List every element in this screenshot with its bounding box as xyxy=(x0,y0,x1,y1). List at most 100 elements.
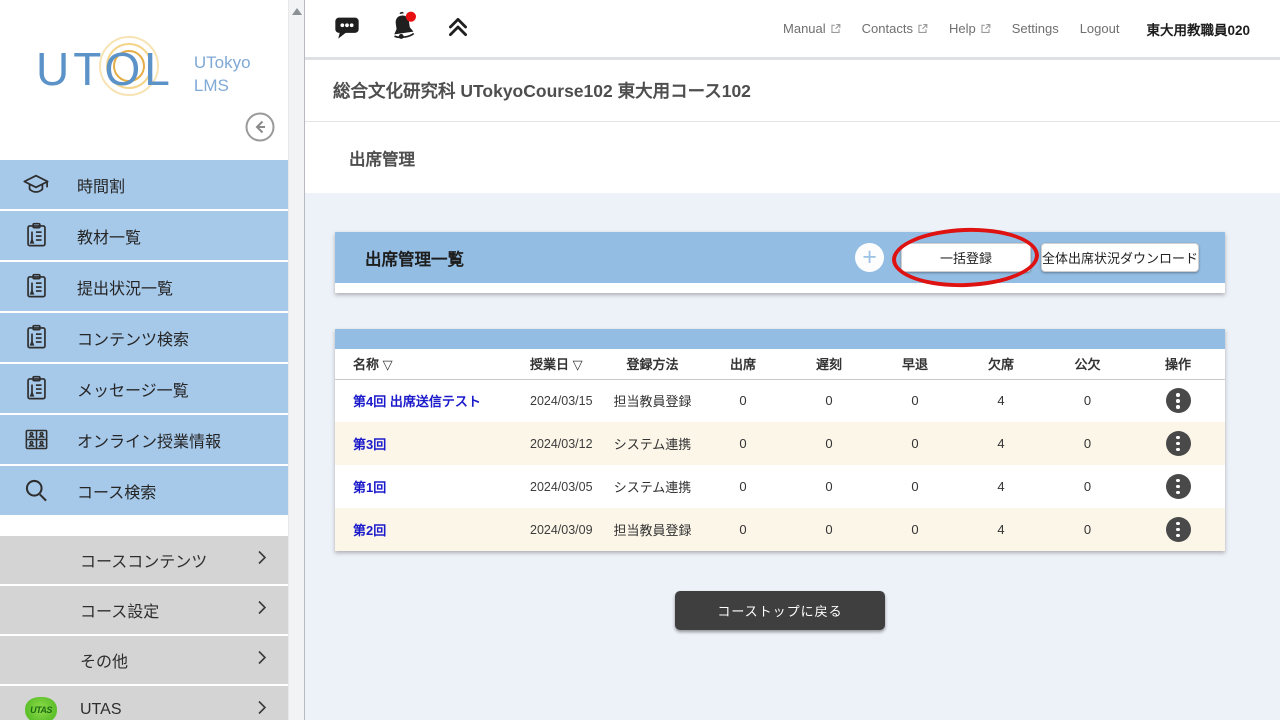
col-header-late: 遅刻 xyxy=(786,349,872,380)
brand-text: UTOL xyxy=(36,43,174,95)
sidebar-collapse-button[interactable] xyxy=(245,112,275,142)
row-actions-kebab-icon[interactable] xyxy=(1165,388,1191,414)
attendance-name-link[interactable]: 第4回 出席送信テスト xyxy=(353,394,481,409)
row-actions-kebab-icon[interactable] xyxy=(1165,474,1191,499)
sidebar-item-utas[interactable]: UTAS UTAS xyxy=(0,686,288,720)
sidebar-item-message-list[interactable]: メッセージ一覧 xyxy=(0,364,288,413)
attendance-name-link[interactable]: 第2回 xyxy=(353,523,386,538)
absent-count: 4 xyxy=(997,479,1005,494)
attend-count: 0 xyxy=(739,479,747,494)
sidebar-item-materials[interactable]: 教材一覧 xyxy=(0,211,288,260)
sidebar-item-label: 時間割 xyxy=(77,178,126,196)
register-method: 担当教員登録 xyxy=(613,394,692,410)
bulk-register-button[interactable]: 一括登録 xyxy=(901,243,1031,272)
sidebar-item-online-class-info[interactable]: オンライン授業情報 xyxy=(0,415,288,464)
sidebar-item-course-settings[interactable]: コース設定 xyxy=(0,586,288,634)
sidebar-item-course-search[interactable]: コース検索 xyxy=(0,466,288,515)
message-bubble-icon xyxy=(333,13,361,44)
panel-body-strip xyxy=(335,283,1225,293)
topbar-nav: Manual Contacts Help Settings Logout 東大用… xyxy=(783,19,1250,39)
notifications-button[interactable] xyxy=(386,10,420,47)
attendance-row: 第4回 出席送信テスト 2024/03/15 担当教員登録 0 0 0 4 0 xyxy=(335,379,1225,422)
attendance-name-link[interactable]: 第3回 xyxy=(353,437,386,452)
row-actions-kebab-icon[interactable] xyxy=(1165,517,1191,542)
utas-logo-icon: UTAS xyxy=(25,697,57,720)
absent-count: 4 xyxy=(997,436,1005,451)
col-header-date[interactable]: 授業日 ▽ xyxy=(530,349,605,380)
sidebar-item-label: 教材一覧 xyxy=(77,229,142,247)
attendance-name-link[interactable]: 第1回 xyxy=(353,480,386,495)
col-header-name[interactable]: 名称 ▽ xyxy=(335,349,530,380)
table-top-accent-bar xyxy=(335,329,1225,349)
early-leave-count: 0 xyxy=(911,393,919,409)
official-absent-count: 0 xyxy=(1083,436,1092,451)
sidebar-scrollbar[interactable] xyxy=(288,0,305,720)
sidebar-secondary-menu: コースコンテンツ コース設定 その他 UTAS UTAS xyxy=(0,536,288,720)
add-attendance-button[interactable]: + xyxy=(855,243,884,272)
sidebar-item-label: コース検索 xyxy=(77,484,157,502)
user-name: 東大用教職員020 xyxy=(1146,22,1250,38)
sidebar-item-label: コース設定 xyxy=(80,604,160,621)
sidebar-item-course-contents[interactable]: コースコンテンツ xyxy=(0,536,288,584)
chevron-right-icon xyxy=(256,650,268,671)
attendance-row: 第2回 2024/03/09 担当教員登録 0 0 0 4 0 xyxy=(335,508,1225,551)
topbar: Manual Contacts Help Settings Logout 東大用… xyxy=(305,0,1280,60)
col-header-actions: 操作 xyxy=(1131,349,1225,380)
attendance-row: 第3回 2024/03/12 システム連携 0 0 0 4 0 xyxy=(335,422,1225,465)
sidebar-item-label: 提出状況一覧 xyxy=(77,280,174,298)
nav-help-link[interactable]: Help xyxy=(949,21,991,36)
nav-label: Manual xyxy=(783,21,826,36)
notification-bell-icon xyxy=(386,10,420,47)
sidebar-item-label: UTAS xyxy=(80,701,122,718)
attend-count: 0 xyxy=(739,522,747,537)
plus-icon: + xyxy=(862,242,877,271)
utol-logo: UTOL UTokyo LMS xyxy=(36,36,251,98)
sidebar-item-label: オンライン授業情報 xyxy=(77,433,222,451)
sidebar-item-label: メッセージ一覧 xyxy=(77,382,189,400)
official-absent-count: 0 xyxy=(1083,522,1092,537)
online-class-icon xyxy=(21,425,51,455)
course-search-icon xyxy=(21,476,51,506)
col-header-early: 早退 xyxy=(872,349,958,380)
nav-label: Logout xyxy=(1079,21,1120,36)
nav-manual-link[interactable]: Manual xyxy=(783,21,841,36)
content-search-icon xyxy=(21,323,51,353)
late-count: 0 xyxy=(825,436,833,451)
official-absent-count: 0 xyxy=(1083,479,1092,494)
sidebar-item-timetable[interactable]: 時間割 xyxy=(0,160,288,209)
section-title-bar: 出席管理 xyxy=(305,122,1280,193)
back-to-course-top-button[interactable]: コーストップに戻る xyxy=(675,591,885,630)
register-method: システム連携 xyxy=(613,480,692,495)
download-attendance-button[interactable]: 全体出席状況ダウンロード xyxy=(1041,243,1199,272)
back-button-row: コーストップに戻る xyxy=(335,591,1225,630)
nav-settings-link[interactable]: Settings xyxy=(1012,21,1059,36)
nav-label: Help xyxy=(948,21,976,36)
sidebar-item-submission-status[interactable]: 提出状況一覧 xyxy=(0,262,288,311)
attend-count: 0 xyxy=(739,393,747,409)
scrollbar-up-arrow[interactable] xyxy=(291,8,302,15)
table-header-row: 名称 ▽ 授業日 ▽ 登録方法 出席 遅刻 早退 欠席 公欠 操作 xyxy=(335,349,1225,380)
nav-contacts-link[interactable]: Contacts xyxy=(862,21,928,36)
attend-count: 0 xyxy=(739,436,747,451)
topbar-icons xyxy=(333,10,471,47)
register-method: システム連携 xyxy=(613,437,692,452)
course-title: 総合文化研究科 UTokyoCourse102 東大用コース102 xyxy=(333,81,751,101)
attendance-table-card: 名称 ▽ 授業日 ▽ 登録方法 出席 遅刻 早退 欠席 公欠 操作 第4回 出席… xyxy=(335,329,1225,551)
messages-button[interactable] xyxy=(333,13,361,44)
sidebar-item-content-search[interactable]: コンテンツ検索 xyxy=(0,313,288,362)
row-actions-kebab-icon[interactable] xyxy=(1165,431,1191,456)
chevron-right-icon xyxy=(256,700,268,720)
late-count: 0 xyxy=(825,393,833,409)
early-leave-count: 0 xyxy=(911,436,919,451)
absent-count: 4 xyxy=(997,393,1005,409)
sidebar-item-others[interactable]: その他 xyxy=(0,636,288,684)
nav-logout-link[interactable]: Logout xyxy=(1080,21,1120,36)
attendance-panel: 出席管理一覧 + 一括登録 全体出席状況ダウンロード xyxy=(335,225,1225,293)
early-leave-count: 0 xyxy=(911,479,919,494)
logo-area: UTOL UTokyo LMS xyxy=(0,0,288,160)
course-title-bar: 総合文化研究科 UTokyoCourse102 東大用コース102 xyxy=(305,60,1280,122)
collapse-header-button[interactable] xyxy=(445,14,471,43)
early-leave-count: 0 xyxy=(911,522,919,537)
brand-subtitle: UTokyo LMS xyxy=(193,53,251,95)
chevron-right-icon xyxy=(256,600,268,621)
